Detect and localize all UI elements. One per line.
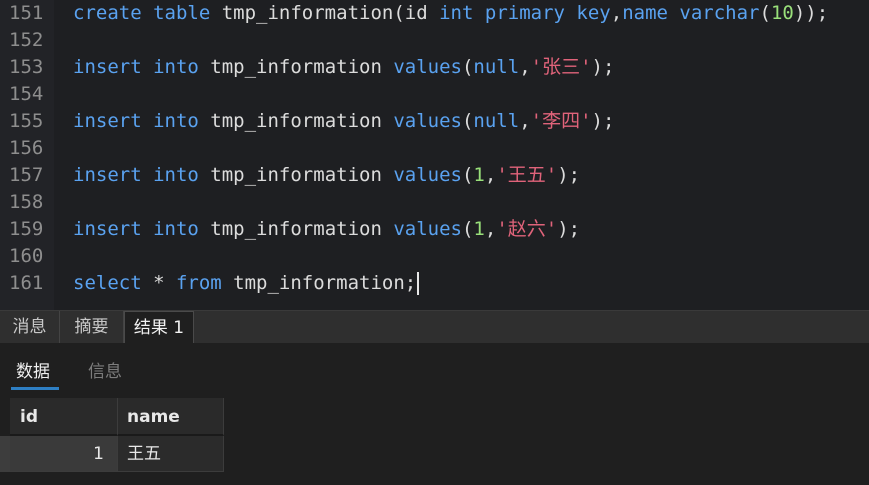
code-token: tmp_information; [221,272,417,294]
code-token: key [576,2,611,24]
code-token: values [393,110,462,132]
code-token: tmp_information [198,164,394,186]
code-token: ( [759,2,771,24]
code-token: values [393,56,462,78]
code-token: name [622,2,668,24]
code-token: into [153,56,199,78]
code-token: primary [484,2,565,24]
text-cursor [417,272,420,295]
code-token: insert [73,110,142,132]
line-number: 158 [9,191,44,213]
line-number: 157 [9,164,44,186]
code-token: , [484,164,497,186]
code-token: 10 [770,2,794,24]
code-token: insert [73,218,142,240]
code-text[interactable]: insert into tmp_information values(1,'赵六… [73,216,580,243]
code-token: , [519,110,531,132]
code-token: ); [557,164,581,186]
code-token: tmp_information( [210,2,405,24]
code-token: from [175,272,222,294]
column-header-name[interactable]: name [118,398,224,436]
code-token: , [519,56,531,78]
active-subtab-indicator [11,387,59,390]
code-token: '李四' [530,110,592,132]
cell-name[interactable]: 王五 [118,436,224,472]
line-number: 159 [9,218,44,240]
code-token: values [393,218,462,240]
code-token: ); [557,218,581,240]
code-text[interactable]: insert into tmp_information values(null,… [73,54,614,81]
code-token: values [393,164,462,186]
code-token: 1 [473,164,485,186]
line-number: 155 [9,110,44,132]
code-text[interactable]: insert into tmp_information values(1,'王五… [73,162,580,189]
code-token: , [484,218,497,240]
code-token: tmp_information [198,56,394,78]
code-text[interactable]: insert into tmp_information values(null,… [73,108,614,135]
cell-id[interactable]: 1 [10,436,118,472]
code-token: '赵六' [496,218,558,240]
code-token: into [153,110,199,132]
code-token: tmp_information [198,218,394,240]
result-panel: 数据 信息 id name 1 王五 [0,343,869,485]
subtab-info[interactable]: 信息 [88,359,122,385]
line-number: 151 [9,2,44,24]
tab-summary[interactable]: 摘要 [60,311,124,343]
sql-editor[interactable]: 151 create table tmp_information(id int p… [0,0,869,310]
code-token: ); [591,110,615,132]
code-token: ( [461,56,474,78]
code-token: null [473,110,520,132]
code-token: id [404,2,428,24]
code-token: insert [73,164,142,186]
line-number: 152 [9,29,44,51]
code-text[interactable]: create table tmp_information(id int prim… [73,0,828,27]
code-token: tmp_information [198,110,394,132]
code-token: , [610,2,623,24]
code-token: '张三' [530,56,592,78]
code-token: )); [793,2,829,24]
code-token: ( [461,218,474,240]
code-token: create [73,2,142,24]
code-token: null [473,56,520,78]
tab-result-1[interactable]: 结果 1 [124,311,194,343]
code-token: insert [73,56,142,78]
code-token: table [153,2,211,24]
line-number: 153 [9,56,44,78]
line-number: 160 [9,245,44,267]
code-token: select [73,272,142,294]
tab-messages[interactable]: 消息 [0,311,60,343]
line-number: 154 [9,83,44,105]
code-token: ( [461,164,474,186]
code-token: varchar [679,2,760,24]
column-header-id[interactable]: id [10,398,118,436]
line-number: 156 [9,137,44,159]
code-token: int [439,2,474,24]
row-selector[interactable] [0,436,10,472]
code-token: 1 [473,218,485,240]
code-token: '王五' [496,164,558,186]
code-token: ( [461,110,474,132]
subtab-data[interactable]: 数据 [16,359,50,385]
code-token: ); [591,56,615,78]
code-token: * [141,272,176,294]
code-text[interactable]: select * from tmp_information; [73,270,420,297]
result-tab-bar: 消息 摘要 结果 1 [0,310,869,344]
line-number: 161 [9,272,44,294]
code-token: into [153,164,199,186]
code-token: into [153,218,199,240]
